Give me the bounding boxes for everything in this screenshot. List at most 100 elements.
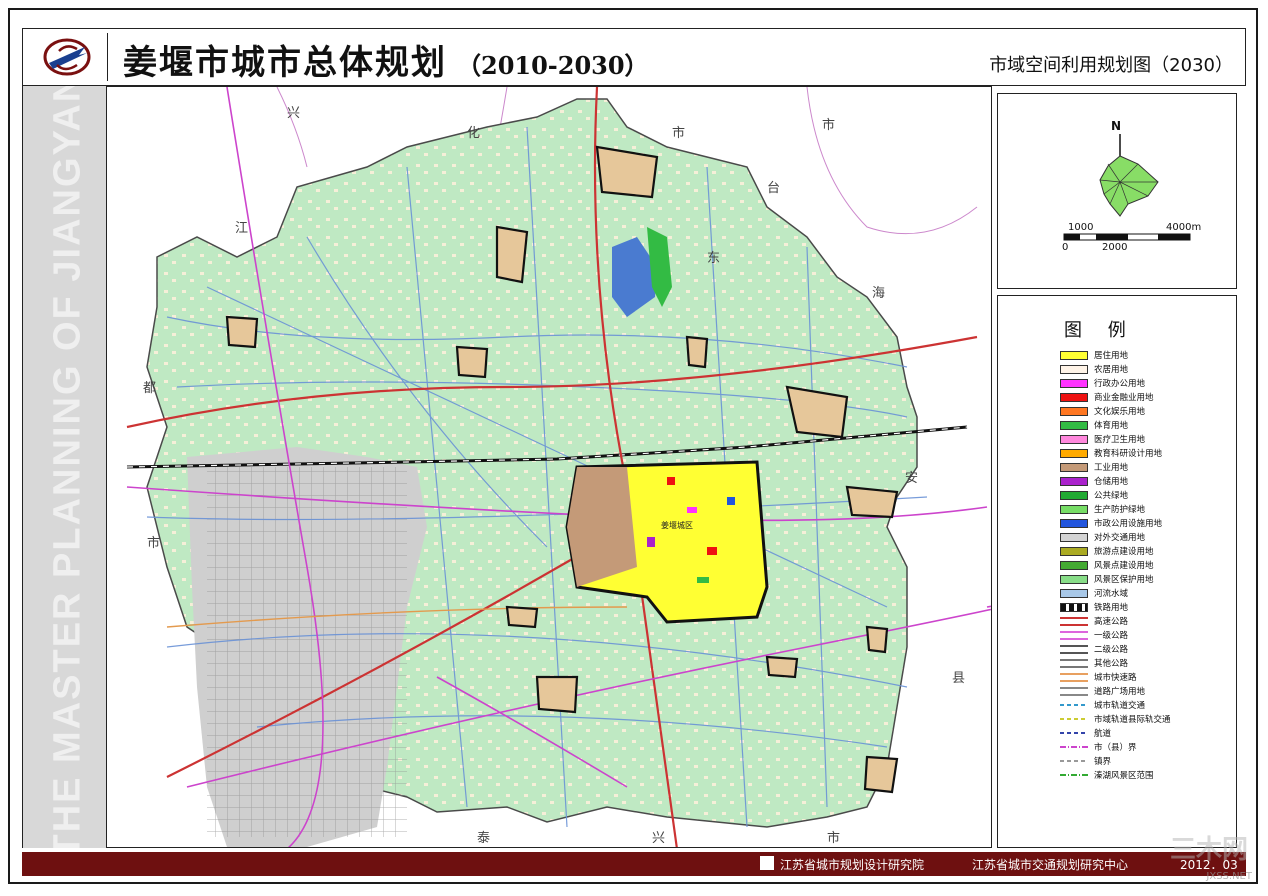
legend-swatch	[1060, 518, 1088, 528]
legend-item: 生产防护绿地	[1060, 502, 1171, 516]
legend-label: 旅游点建设用地	[1094, 547, 1154, 557]
legend-label: 城市轨道交通	[1094, 701, 1146, 711]
legend-item: 道路广场用地	[1060, 684, 1171, 698]
legend-label: 公共绿地	[1094, 491, 1129, 501]
scale-label-0: 0	[1062, 242, 1068, 253]
legend-item: 溱湖风景区范围	[1060, 768, 1171, 782]
legend-title: 图 例	[1064, 320, 1136, 341]
map-label-xing-2: 兴	[652, 831, 665, 846]
legend-label: 行政办公用地	[1094, 379, 1146, 389]
legend-swatch	[1060, 700, 1088, 710]
legend-label: 医疗卫生用地	[1094, 435, 1146, 445]
institute-name-1: 江苏省城市规划设计研究院	[780, 858, 925, 872]
legend-item: 城市轨道交通	[1060, 698, 1171, 712]
legend-item: 仓储用地	[1060, 474, 1171, 488]
legend-swatch	[1060, 574, 1088, 584]
legend-swatch	[1060, 672, 1088, 682]
map-label-tai-2: 泰	[477, 831, 490, 846]
land-use-map[interactable]: 兴 化 市 市 台 东 江 海 都 安 市 县 泰 兴 市 姜堰城区	[106, 86, 992, 848]
legend-label: 风景点建设用地	[1094, 561, 1154, 571]
legend-swatch	[1060, 686, 1088, 696]
legend-label: 文化娱乐用地	[1094, 407, 1146, 417]
map-label-xian: 县	[952, 671, 965, 686]
legend-item: 一级公路	[1060, 628, 1171, 642]
legend-item: 镇界	[1060, 754, 1171, 768]
legend-item: 公共绿地	[1060, 488, 1171, 502]
legend-label: 仓储用地	[1094, 477, 1129, 487]
legend-item: 教育科研设计用地	[1060, 446, 1171, 460]
legend-swatch	[1060, 630, 1088, 640]
legend-swatch	[1060, 644, 1088, 654]
north-label: N	[1111, 119, 1121, 133]
watermark-url: JXSS.NET	[1206, 871, 1252, 882]
legend-swatch	[1060, 392, 1088, 402]
legend-item: 城市快速路	[1060, 670, 1171, 684]
legend-swatch	[1060, 602, 1088, 612]
legend-swatch	[1060, 490, 1088, 500]
legend-item: 医疗卫生用地	[1060, 432, 1171, 446]
legend-swatch	[1060, 378, 1088, 388]
institute-logo	[29, 33, 108, 81]
page-title: 姜堰市城市总体规划 （2010-2030）	[123, 35, 649, 84]
map-canvas: 兴 化 市 市 台 东 江 海 都 安 市 县 泰 兴 市 姜堰城区	[126, 87, 991, 847]
map-label-hai: 海	[872, 286, 885, 301]
map-label-dong: 东	[707, 251, 720, 266]
legend-swatch	[1060, 728, 1088, 738]
legend-label: 商业金融业用地	[1094, 393, 1154, 403]
legend-swatch	[1060, 616, 1088, 626]
scale-label-2000: 2000	[1102, 242, 1127, 253]
legend-swatch	[1060, 546, 1088, 556]
legend-swatch	[1060, 714, 1088, 724]
legend-item: 旅游点建设用地	[1060, 544, 1171, 558]
legend-swatch	[1060, 756, 1088, 766]
legend-label: 对外交通用地	[1094, 533, 1146, 543]
legend-label: 其他公路	[1094, 659, 1129, 669]
map-label-shi-1: 市	[672, 125, 685, 141]
legend-label: 风景区保护用地	[1094, 575, 1154, 585]
scale-label-1000: 1000	[1068, 222, 1093, 233]
legend-item: 航道	[1060, 726, 1171, 740]
institute-small-logo-icon	[760, 856, 774, 870]
map-label-xing: 兴	[287, 106, 300, 121]
sidebar-vertical-text: THE MASTER PLANNING OF JIANGYAN	[46, 86, 89, 848]
legend-swatch	[1060, 350, 1088, 360]
legend-swatch	[1060, 742, 1088, 752]
legend-swatch	[1060, 364, 1088, 374]
legend-label: 一级公路	[1094, 631, 1129, 641]
legend-item: 其他公路	[1060, 656, 1171, 670]
title-years: （2010-2030）	[457, 51, 649, 80]
map-label-hua: 化	[467, 126, 480, 141]
legend-item: 市政公用设施用地	[1060, 516, 1171, 530]
legend-label: 市域轨道县际轨交通	[1094, 715, 1171, 725]
legend-item: 市域轨道县际轨交通	[1060, 712, 1171, 726]
map-label-shi-2: 市	[822, 117, 835, 133]
central-urban-label: 姜堰城区	[661, 520, 693, 530]
legend-label: 城市快速路	[1094, 673, 1137, 683]
legend-label: 生产防护绿地	[1094, 505, 1146, 515]
legend-label: 工业用地	[1094, 463, 1129, 473]
title-text: 姜堰市城市总体规划	[123, 43, 447, 83]
scale-bar	[1063, 233, 1191, 241]
legend-item: 二级公路	[1060, 642, 1171, 656]
map-subtitle: 市域空间利用规划图（2030）	[989, 55, 1233, 76]
legend-swatch	[1060, 420, 1088, 430]
legend-panel: 图 例 居住用地农居用地行政办公用地 商业金融业用地 文化娱乐用地 体育用地医疗卫生用…	[997, 295, 1237, 848]
institute-name-2: 江苏省城市交通规划研究中心	[972, 858, 1129, 872]
map-label-tai: 台	[767, 181, 780, 196]
legend-item: 体育用地	[1060, 418, 1171, 432]
legend-label: 农居用地	[1094, 365, 1129, 375]
footer-bar: 江苏省城市规划设计研究院 江苏省城市交通规划研究中心 2012．03	[22, 852, 1246, 876]
legend-label: 镇界	[1094, 757, 1112, 767]
compass-scale-panel: N 1000 4000m 0 2000	[997, 93, 1237, 289]
legend-list: 居住用地农居用地行政办公用地 商业金融业用地 文化娱乐用地 体育用地医疗卫生用地教育科…	[1060, 348, 1171, 782]
map-label-du: 都	[143, 381, 156, 396]
legend-item: 铁路用地	[1060, 600, 1171, 614]
legend-swatch	[1060, 560, 1088, 570]
legend-item: 对外交通用地	[1060, 530, 1171, 544]
legend-swatch	[1060, 588, 1088, 598]
legend-label: 教育科研设计用地	[1094, 449, 1163, 459]
legend-swatch	[1060, 476, 1088, 486]
legend-item: 市（县）界	[1060, 740, 1171, 754]
legend-item: 风景区保护用地	[1060, 572, 1171, 586]
legend-item: 居住用地	[1060, 348, 1171, 362]
